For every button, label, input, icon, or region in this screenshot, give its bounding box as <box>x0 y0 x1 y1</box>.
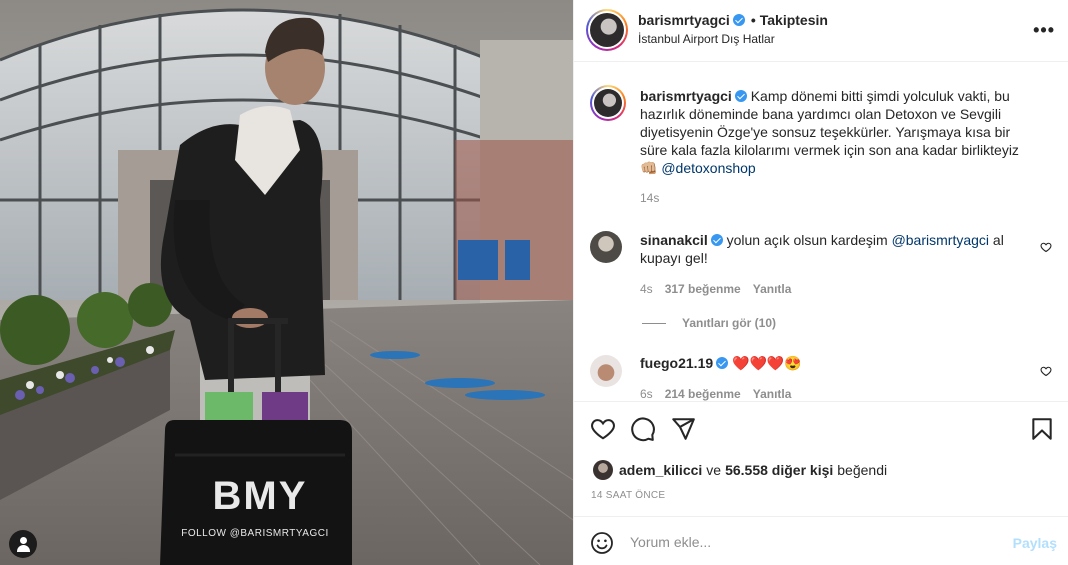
comment-bubble-icon[interactable] <box>630 416 656 442</box>
comment-input[interactable] <box>630 529 1000 555</box>
caption-mention-link[interactable]: @detoxonshop <box>661 160 755 176</box>
emoji-smiley-icon[interactable] <box>590 531 614 555</box>
following-status-button[interactable]: Takiptesin <box>760 12 828 28</box>
comment-like-heart-icon[interactable] <box>1040 365 1052 377</box>
caption-text: barismrtyagci Kamp dönemi bitti şimdi yo… <box>640 87 1030 177</box>
author-username[interactable]: barismrtyagci <box>638 12 730 28</box>
likes-conjunction: ve <box>706 462 722 478</box>
comment-body: ❤️❤️❤️😍 <box>732 355 802 371</box>
likes-suffix: beğendi <box>837 462 888 478</box>
comment-reply-button[interactable]: Yanıtla <box>753 387 792 401</box>
comment-body: yolun açık olsun kardeşim <box>726 232 888 248</box>
comment-text: fuego21.19 ❤️❤️❤️😍 <box>640 354 1030 372</box>
comment-mention-link[interactable]: @barismrtyagci <box>892 232 989 248</box>
comment-meta: 6s 214 beğenme Yanıtla <box>640 387 803 401</box>
comment-like-heart-icon[interactable] <box>1040 241 1052 253</box>
comment-time[interactable]: 4s <box>640 282 653 296</box>
verified-badge-icon <box>732 14 745 26</box>
comment-reply-button[interactable]: Yanıtla <box>753 282 792 296</box>
liker-avatar[interactable] <box>593 460 613 480</box>
comment-composer: Paylaş <box>574 516 1068 565</box>
post-actions: adem_kilicci ve 56.558 diğer kişi beğend… <box>574 401 1068 516</box>
instagram-post: BMY FOLLOW @BARISMRTYAGCI barismrtyagci … <box>0 0 1068 565</box>
comments-section[interactable]: barismrtyagci Kamp dönemi bitti şimdi yo… <box>574 63 1068 401</box>
post-sidebar: barismrtyagci • Takiptesin İstanbul Airp… <box>573 0 1068 565</box>
caption-username[interactable]: barismrtyagci <box>640 88 732 104</box>
likes-summary: adem_kilicci ve 56.558 diğer kişi beğend… <box>593 460 887 480</box>
location-link[interactable]: İstanbul Airport Dış Hatlar <box>638 32 775 46</box>
post-comment-button[interactable]: Paylaş <box>1013 535 1057 551</box>
verified-badge-icon <box>716 357 729 369</box>
view-replies-button[interactable]: Yanıtları gör (10) <box>642 316 776 330</box>
view-replies-label: Yanıtları gör (10) <box>682 316 777 330</box>
comment-likes-count[interactable]: 317 beğenme <box>665 282 741 296</box>
comment-item: fuego21.19 ❤️❤️❤️😍 6s 214 beğenme Yanıtla <box>590 353 1060 401</box>
caption-time[interactable]: 14s <box>640 191 659 205</box>
like-heart-icon[interactable] <box>590 416 616 442</box>
caption-avatar[interactable] <box>590 85 626 121</box>
verified-badge-icon <box>710 234 723 246</box>
comment-meta: 4s 317 beğenme Yanıtla <box>640 282 803 296</box>
liker-username[interactable]: adem_kilicci <box>619 462 702 478</box>
post-photo[interactable]: BMY FOLLOW @BARISMRTYAGCI <box>0 0 573 565</box>
user-icon <box>19 537 27 544</box>
post-timestamp[interactable]: 14 SAAT ÖNCE <box>591 490 665 501</box>
save-bookmark-icon[interactable] <box>1029 416 1055 442</box>
commenter-avatar[interactable] <box>590 231 622 263</box>
comment-username[interactable]: fuego21.19 <box>640 355 713 371</box>
share-paper-plane-icon[interactable] <box>670 416 696 442</box>
comment-time[interactable]: 6s <box>640 387 653 401</box>
caption: barismrtyagci Kamp dönemi bitti şimdi yo… <box>590 85 1060 210</box>
post-header: barismrtyagci • Takiptesin İstanbul Airp… <box>574 0 1068 62</box>
comment-item: sinanakcil yolun açık olsun kardeşim @ba… <box>590 229 1060 299</box>
author-avatar[interactable] <box>586 9 628 51</box>
commenter-avatar[interactable] <box>590 355 622 387</box>
luggage-caption-text: FOLLOW @BARISMRTYAGCI <box>181 528 329 539</box>
separator-dot: • <box>750 12 756 28</box>
author-line: barismrtyagci • Takiptesin <box>638 12 828 28</box>
comment-username[interactable]: sinanakcil <box>640 232 708 248</box>
more-options-icon[interactable]: ••• <box>1033 20 1055 41</box>
luggage-brand-text: BMY <box>212 474 308 518</box>
tagged-users-button[interactable] <box>9 530 37 558</box>
likes-count-button[interactable]: 56.558 diğer kişi <box>725 462 833 478</box>
verified-badge-icon <box>734 90 747 102</box>
comment-likes-count[interactable]: 214 beğenme <box>665 387 741 401</box>
comment-text: sinanakcil yolun açık olsun kardeşim @ba… <box>640 231 1030 267</box>
